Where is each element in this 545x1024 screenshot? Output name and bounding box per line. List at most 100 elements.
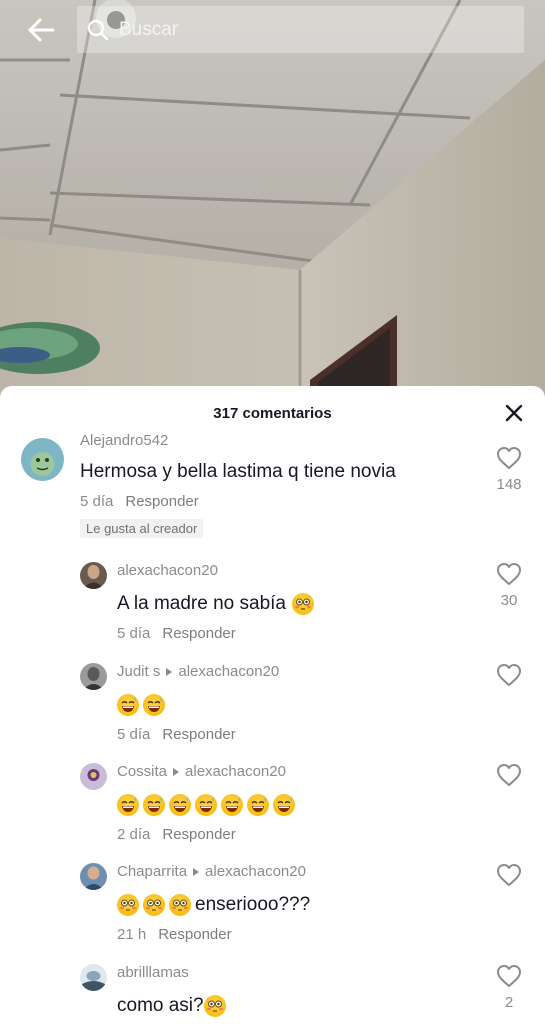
reply-arrow-icon [193,867,200,876]
flushed-face-emoji [117,894,139,916]
comments-sheet: 317 comentarios Alejandro542 Hermosa y b… [0,386,545,1024]
reply-item: Judit s alexachacon20 5 día Responder [0,663,545,759]
comment-text [117,694,279,716]
flushed-face-emoji [169,894,191,916]
username-text: Cossita [117,763,168,780]
grinning-sweat-emoji [273,794,295,816]
comment-time: 5 día [117,625,151,642]
heart-outline-icon [497,664,521,686]
comment-body: Alejandro542 Hermosa y bella lastima q t… [80,432,396,538]
like-button[interactable] [495,863,523,887]
username-text: Alejandro542 [80,432,169,449]
comment-body: abrilllamas como asi? [117,964,230,1017]
comment-meta: 5 día Responder [117,726,279,743]
comment-username[interactable]: Judit s alexachacon20 [117,663,279,680]
search-input[interactable]: Buscar [77,6,524,53]
comment-time: 5 día [117,726,151,743]
like-button[interactable] [495,663,523,687]
comment-item: Alejandro542 Hermosa y bella lastima q t… [0,432,545,558]
username-text: abrilllamas [117,964,189,981]
reply-item: Chaparrita alexachacon20 enseriooo??? 21… [0,863,545,959]
like-count: 30 [500,592,518,609]
video-frame-image [0,0,545,400]
comment-time: 21 h [117,926,147,943]
reply-arrow-icon [166,667,173,676]
search-icon [87,18,111,42]
comment-time: 2 día [117,826,151,843]
grinning-sweat-emoji [117,794,139,816]
grinning-sweat-emoji [195,794,217,816]
reply-button[interactable]: Responder [162,625,235,642]
like-button[interactable] [495,763,523,787]
reply-to-username: alexachacon20 [178,663,280,680]
comment-meta: 5 día Responder [117,625,318,642]
search-placeholder: Buscar [119,18,179,40]
comment-meta: 5 día Responder [80,493,396,510]
reply-button[interactable]: Responder [125,493,198,510]
heart-outline-icon [497,447,521,469]
close-icon [505,404,523,422]
avatar[interactable] [80,964,107,991]
comment-text-value: como asi? [117,995,204,1016]
like-count: 2 [504,994,514,1011]
grinning-sweat-emoji [221,794,243,816]
grinning-sweat-emoji [169,794,191,816]
comment-text: enseriooo??? [117,894,310,916]
username-text: Judit s [117,663,161,680]
reply-arrow-icon [173,767,180,776]
comment-text: como asi? [117,995,230,1017]
back-arrow-icon [28,18,55,42]
avatar[interactable] [21,438,64,481]
username-text: Chaparrita [117,863,188,880]
grinning-sweat-emoji [143,794,165,816]
grinning-sweat-emoji [247,794,269,816]
creator-liked-badge: Le gusta al creador [80,519,204,538]
reply-button[interactable]: Responder [162,726,235,743]
flushed-face-emoji [292,593,314,615]
flushed-face-emoji [143,894,165,916]
comment-text-value: Hermosa y bella lastima q tiene novia [80,461,396,482]
reply-item: Cossita alexachacon20 2 día Responder [0,763,545,859]
comment-body: Cossita alexachacon20 2 día Responder [117,763,299,843]
reply-to-username: alexachacon20 [205,863,306,880]
reply-to-username: alexachacon20 [185,763,286,780]
reply-item: abrilllamas como asi? 2 [0,964,545,1024]
comment-text [117,794,299,816]
back-button[interactable] [22,12,60,48]
comment-username[interactable]: Cossita alexachacon20 [117,763,299,780]
like-button[interactable]: 2 [495,964,523,1011]
reply-button[interactable]: Responder [162,826,235,843]
like-button[interactable]: 30 [495,562,523,609]
reply-button[interactable]: Responder [158,926,231,943]
reply-item: alexachacon20 A la madre no sabía 5 día R… [0,562,545,658]
comment-body: Judit s alexachacon20 5 día Responder [117,663,279,743]
heart-outline-icon [497,764,521,786]
comment-username[interactable]: alexachacon20 [117,562,318,579]
comment-text-value: enseriooo??? [195,894,311,915]
close-button[interactable] [501,400,527,426]
avatar[interactable] [80,562,107,589]
video-background[interactable] [0,0,545,400]
heart-outline-icon [497,864,521,886]
comment-body: alexachacon20 A la madre no sabía 5 día R… [117,562,318,642]
comment-time: 5 día [80,493,114,510]
top-search-bar: Buscar [0,0,545,60]
like-button[interactable]: 148 [495,446,523,493]
avatar[interactable] [80,763,107,790]
username-text: alexachacon20 [117,562,218,579]
comment-text: Hermosa y bella lastima q tiene novia [80,461,396,483]
heart-outline-icon [497,563,521,585]
comment-username[interactable]: abrilllamas [117,964,230,981]
comment-meta: 2 día Responder [117,826,299,843]
comment-username[interactable]: Alejandro542 [80,432,396,449]
like-count: 148 [496,476,522,493]
flushed-face-emoji [203,995,226,1017]
comment-body: Chaparrita alexachacon20 enseriooo??? 21… [117,863,310,943]
avatar[interactable] [80,663,107,690]
comment-text-value: A la madre no sabía [117,593,286,614]
comment-count: 317 comentarios [213,405,332,422]
grinning-sweat-emoji [143,694,165,716]
comment-username[interactable]: Chaparrita alexachacon20 [117,863,310,880]
grinning-sweat-emoji [117,694,139,716]
avatar[interactable] [80,863,107,890]
